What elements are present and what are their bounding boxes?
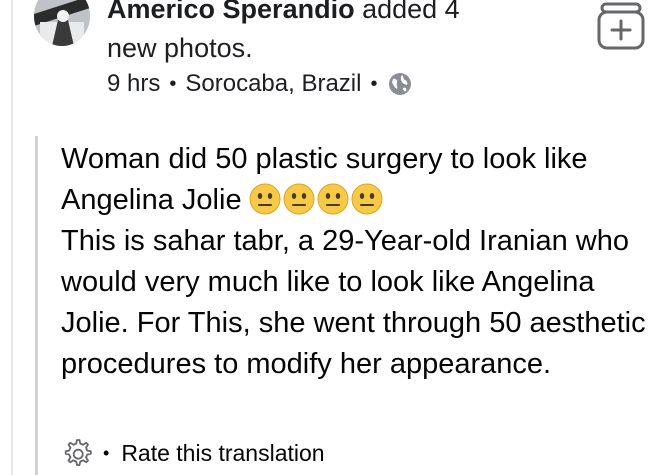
neutral-face-emoji-icon xyxy=(317,183,349,215)
translation-quote-bar xyxy=(35,136,38,475)
neutral-face-emoji-icon xyxy=(249,183,281,215)
gear-icon[interactable] xyxy=(61,437,93,469)
avatar[interactable] xyxy=(34,0,90,46)
post-meta: 9 hrs • Sorocaba, Brazil • xyxy=(107,69,412,99)
emoji-group xyxy=(248,182,384,216)
meta-separator: • xyxy=(169,73,177,95)
neutral-face-emoji-icon xyxy=(351,183,383,215)
post-location[interactable]: Sorocaba, Brazil xyxy=(185,69,361,99)
translation-row: • Rate this translation xyxy=(61,437,325,469)
avatar-image xyxy=(34,0,90,46)
neutral-face-emoji-icon xyxy=(283,183,315,215)
meta-separator: • xyxy=(370,73,378,95)
feed-left-border xyxy=(11,0,13,475)
translation-separator: • xyxy=(103,442,110,463)
post-text-line1: Woman did 50 plastic surgery to look lik… xyxy=(61,139,651,221)
author-name[interactable]: Americo Sperandio xyxy=(107,0,355,24)
post-action-text-continued: new photos. xyxy=(107,33,253,63)
post-action-text: added 4 xyxy=(354,0,460,24)
post-body: Woman did 50 plastic surgery to look lik… xyxy=(61,139,651,385)
post-timestamp[interactable]: 9 hrs xyxy=(107,69,160,99)
post-paragraph: This is sahar tabr, a 29-Year-old Irania… xyxy=(61,225,646,380)
add-photos-icon[interactable] xyxy=(596,2,646,52)
globe-icon[interactable] xyxy=(388,72,412,96)
rate-translation-link[interactable]: Rate this translation xyxy=(121,440,324,467)
post-header: Americo Sperandio added 4 xyxy=(107,0,460,26)
